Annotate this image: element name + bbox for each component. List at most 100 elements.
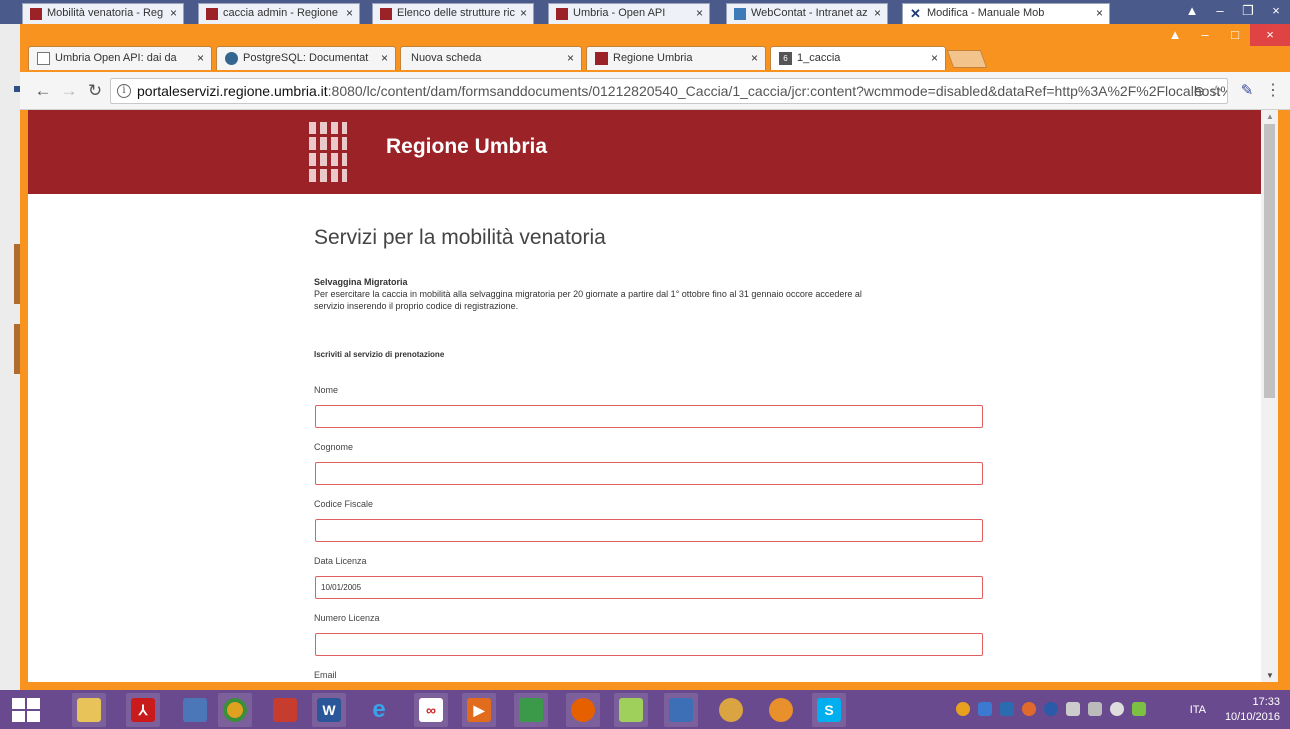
codice-fiscale-label: Codice Fiscale [314,499,374,509]
browser-tab-active[interactable]: 6 1_caccia × [770,46,946,70]
scroll-down-icon[interactable]: ▼ [1266,671,1274,680]
restore-button[interactable]: ❐ [1234,0,1262,24]
bluetooth-icon[interactable] [1044,702,1058,716]
close-icon[interactable]: × [170,6,177,20]
close-icon[interactable]: × [931,51,938,65]
browser-tab[interactable]: PostgreSQL: Documentat × [216,46,396,70]
scroll-up-icon[interactable]: ▲ [1266,112,1274,121]
background-tab-title: Mobilità venatoria - Reg [47,7,164,19]
close-icon[interactable]: × [346,6,353,20]
background-tab[interactable]: Umbria - Open API × [548,3,710,24]
close-icon[interactable]: × [197,51,204,65]
close-icon[interactable]: × [696,6,703,20]
data-licenza-input[interactable]: 10/01/2005 [315,576,983,599]
background-tab[interactable]: Mobilità venatoria - Reg × [22,3,184,24]
app-tray-icon[interactable] [1022,702,1036,716]
user-icon[interactable]: ▲ [1178,0,1206,24]
scrollbar-thumb[interactable] [1264,124,1275,398]
taskbar-internet-explorer[interactable]: e [362,693,396,727]
language-indicator[interactable]: ITA [1190,704,1206,716]
background-window-edge [0,24,20,690]
close-button[interactable]: × [1250,24,1290,46]
folder-icon [77,698,101,722]
address-bar[interactable]: i portaleservizi.regione.umbria.it:8080/… [110,78,1228,104]
minimize-button[interactable]: – [1190,24,1220,46]
nome-input[interactable] [315,405,983,428]
taskbar-stop-app[interactable]: ∞ [414,693,448,727]
editor-app-icon [669,698,693,722]
nome-label: Nome [314,385,339,395]
page-title: Servizi per la mobilità venatoria [314,226,606,249]
media-app-icon: ▶ [467,698,491,722]
new-tab-button[interactable] [946,50,988,68]
url-host: portaleservizi.regione.umbria.it [137,83,328,99]
background-tab[interactable]: caccia admin - Regione × [198,3,360,24]
eyedropper-extension-icon[interactable]: ✎ [1236,80,1258,102]
taskbar-file-explorer[interactable] [72,693,106,727]
taskbar-remote-desktop[interactable] [178,693,212,727]
taskbar-word[interactable]: W [312,693,346,727]
pdf-reader-icon: ⅄ [131,698,155,722]
menu-icon[interactable]: ⋮ [1262,80,1284,102]
page-icon [37,52,50,65]
window-controls: ▲ – □ × [1160,24,1290,46]
taskbar-notepad-plus[interactable] [614,693,648,727]
taskbar-tool-app[interactable] [764,693,798,727]
maximize-button[interactable]: □ [1220,24,1250,46]
background-tab[interactable]: WebContat - Intranet az × [726,3,888,24]
regione-umbria-icon [595,52,608,65]
taskbar-chrome[interactable] [218,693,252,727]
taskbar-skype[interactable]: S [812,693,846,727]
windows-start-icon[interactable] [12,698,40,722]
taskbar-media-app[interactable]: ▶ [462,693,496,727]
close-icon[interactable]: × [874,6,881,20]
internet-explorer-icon: e [372,696,386,723]
user-icon[interactable]: ▲ [1160,24,1190,46]
background-tab-active[interactable]: ✕ Modifica - Manuale Mob × [902,3,1110,24]
browser-tab[interactable]: Regione Umbria × [586,46,766,70]
bookmark-star-icon[interactable]: ☆ [1210,82,1223,100]
battery-icon[interactable] [1132,702,1146,716]
codice-fiscale-input[interactable] [315,519,983,542]
info-icon[interactable]: i [117,84,131,98]
sync-tray-icon[interactable] [1066,702,1080,716]
reload-icon[interactable]: ↻ [84,80,106,102]
close-icon[interactable]: × [751,51,758,65]
desktop-screen: Mobilità venatoria - Reg × caccia admin … [0,0,1290,729]
taskbar-firefox[interactable] [566,693,600,727]
display-tray-icon[interactable] [1088,702,1102,716]
background-window-controls: ▲ – ❐ × [1178,0,1290,24]
background-tab-title: Elenco delle strutture ric [397,7,515,19]
volume-icon[interactable] [1110,702,1124,716]
browser-tab[interactable]: Nuova scheda × [400,46,582,70]
taskbar-office-tool[interactable] [268,693,302,727]
close-icon[interactable]: × [520,6,527,20]
background-tab[interactable]: Elenco delle strutture ric × [372,3,534,24]
clock[interactable]: 17:33 10/10/2016 [1225,695,1280,725]
back-arrow-icon[interactable]: ← [32,80,54,102]
page-scrollbar[interactable]: ▲ ▼ [1261,110,1278,682]
close-icon[interactable]: × [567,51,574,65]
network-tray-icon[interactable] [978,702,992,716]
close-button[interactable]: × [1262,0,1290,24]
taskbar-paint-app[interactable] [714,693,748,727]
browser-toolbar: ← → ↻ i portaleservizi.regione.umbria.it… [20,72,1290,110]
taskbar-editor-app[interactable] [664,693,698,727]
background-tab-title: caccia admin - Regione [223,7,338,19]
close-icon[interactable]: × [1096,6,1103,20]
taskbar-acrobat-reader[interactable]: ⅄ [126,693,160,727]
outlook-tray-icon[interactable] [1000,702,1014,716]
minimize-button[interactable]: – [1206,0,1234,24]
forward-arrow-icon[interactable]: → [58,80,80,102]
browser-tab[interactable]: Umbria Open API: dai da × [28,46,212,70]
zoom-icon[interactable]: ⊖ [1193,83,1205,100]
close-icon[interactable]: × [381,51,388,65]
cognome-input[interactable] [315,462,983,485]
numero-licenza-input[interactable] [315,633,983,656]
section-title: Selvaggina Migratoria [314,277,408,287]
taskbar-spreadsheet[interactable] [514,693,548,727]
notepad-plus-icon [619,698,643,722]
warning-tray-icon[interactable] [956,702,970,716]
stop-app-icon: ∞ [419,698,443,722]
site-brand-title[interactable]: Regione Umbria [386,135,547,159]
